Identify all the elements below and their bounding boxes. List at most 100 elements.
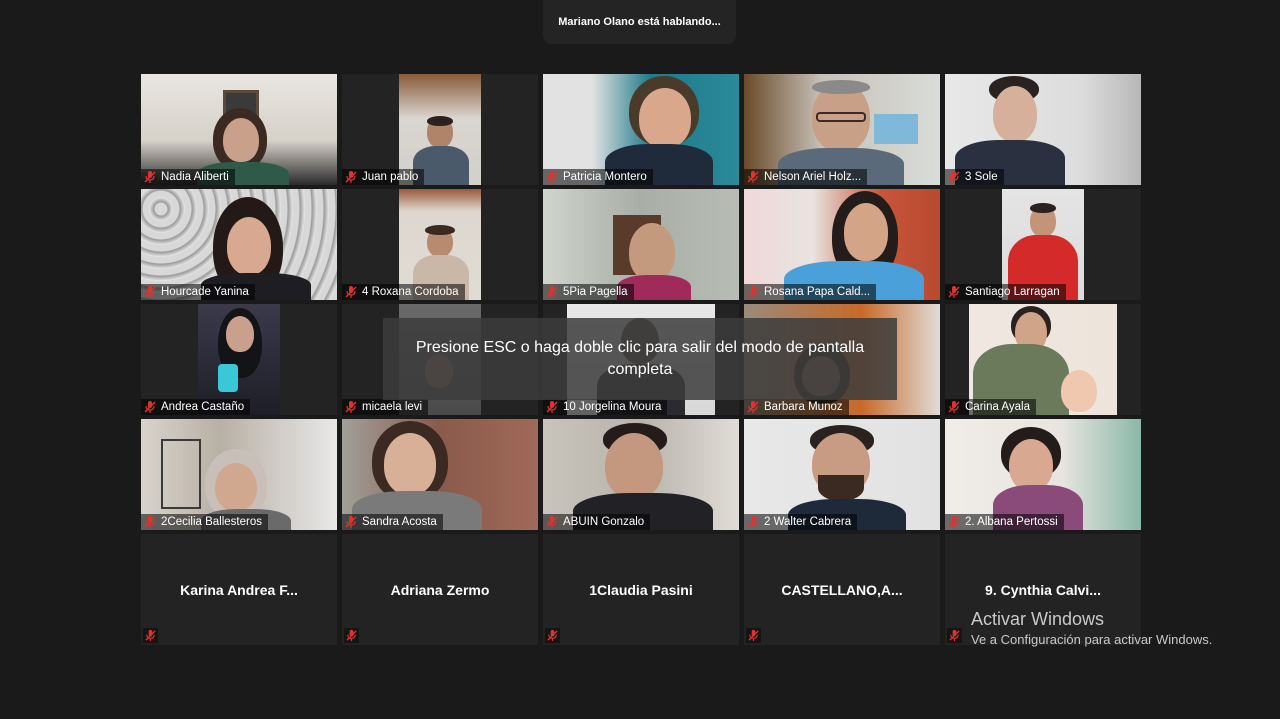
participant-tile[interactable]: Nelson Ariel Holz...: [744, 74, 940, 185]
participant-name: Rosana Papa Cald...: [764, 286, 871, 298]
participant-name: Sandra Acosta: [362, 516, 437, 528]
mic-muted-icon: [747, 171, 759, 183]
mic-muted-icon: [346, 629, 357, 642]
participant-name: CASTELLANO,A...: [781, 581, 903, 598]
mic-muted-icon: [546, 401, 558, 413]
participant-name-tag: 10 Jorgelina Moura: [543, 399, 668, 415]
windows-activation-watermark: Activar Windows Ve a Configuración para …: [971, 609, 1212, 647]
mic-muted-icon: [345, 171, 357, 183]
participant-name: Andrea Castaño: [161, 401, 245, 413]
mic-muted-icon: [948, 286, 960, 298]
mic-muted-icon: [546, 171, 558, 183]
activation-subtitle: Ve a Configuración para activar Windows.: [971, 632, 1213, 647]
participant-name-tag: Carina Ayala: [945, 399, 1036, 415]
participant-name: Karina Andrea F...: [180, 581, 298, 598]
participant-tile[interactable]: Rosana Papa Cald...: [744, 189, 940, 300]
mic-status: [947, 628, 962, 643]
participant-name: Adriana Zermo: [390, 581, 490, 598]
participant-name: 1Claudia Pasini: [589, 581, 693, 598]
participant-tile[interactable]: Juan pablo: [342, 74, 538, 185]
mic-muted-icon: [144, 286, 156, 298]
mic-muted-icon: [546, 286, 558, 298]
participant-name-tag: Rosana Papa Cald...: [744, 284, 877, 300]
participant-name: ABUIN Gonzalo: [563, 516, 645, 528]
participant-tile[interactable]: 2Cecilia Ballesteros: [141, 419, 337, 530]
participant-tile[interactable]: Karina Andrea F...: [141, 534, 337, 645]
participant-name-tag: 3 Sole: [945, 169, 1004, 185]
mic-muted-icon: [546, 516, 558, 528]
participant-name-tag: ABUIN Gonzalo: [543, 514, 651, 530]
mic-muted-icon: [144, 401, 156, 413]
participant-tile[interactable]: Nadia Aliberti: [141, 74, 337, 185]
participant-tile[interactable]: 5Pia Pagella: [543, 189, 739, 300]
participant-name: 2 Walter Cabrera: [764, 516, 852, 528]
participant-name: 2. Albana Pertossi: [965, 516, 1058, 528]
participant-tile[interactable]: Patricia Montero: [543, 74, 739, 185]
participant-name: 3 Sole: [965, 171, 998, 183]
participant-name: 4 Roxana Cordoba: [362, 286, 459, 298]
participant-tile[interactable]: 3 Sole: [945, 74, 1141, 185]
participant-name-tag: Sandra Acosta: [342, 514, 443, 530]
participant-tile[interactable]: Andrea Castaño: [141, 304, 337, 415]
active-speaker-banner: Mariano Olano está hablando...: [543, 0, 736, 44]
mic-muted-icon: [747, 286, 759, 298]
mic-muted-icon: [948, 516, 960, 528]
participant-name: Barbara Munoz: [764, 401, 843, 413]
participant-tile[interactable]: 2. Albana Pertossi: [945, 419, 1141, 530]
participant-tile[interactable]: 1Claudia Pasini: [543, 534, 739, 645]
mic-status: [746, 628, 761, 643]
mic-muted-icon: [747, 516, 759, 528]
participant-name-tag: Nelson Ariel Holz...: [744, 169, 868, 185]
participant-tile[interactable]: Santiago Larragan: [945, 189, 1141, 300]
participant-tile[interactable]: 4 Roxana Cordoba: [342, 189, 538, 300]
mic-status: [545, 628, 560, 643]
participant-tile[interactable]: 2 Walter Cabrera: [744, 419, 940, 530]
mic-muted-icon: [747, 401, 759, 413]
participant-name: Juan pablo: [362, 171, 419, 183]
mic-muted-icon: [144, 171, 156, 183]
mic-muted-icon: [145, 629, 156, 642]
participant-name: 10 Jorgelina Moura: [563, 401, 662, 413]
fullscreen-exit-text: Presione ESC o haga doble clic para sali…: [415, 339, 865, 378]
participant-tile[interactable]: Sandra Acosta: [342, 419, 538, 530]
participant-name: 5Pia Pagella: [563, 286, 628, 298]
mic-muted-icon: [949, 629, 960, 642]
mic-status: [344, 628, 359, 643]
participant-name-tag: Andrea Castaño: [141, 399, 251, 415]
mic-muted-icon: [345, 401, 357, 413]
participant-name-tag: Hourcade Yanina: [141, 284, 255, 300]
participant-tile[interactable]: Carina Ayala: [945, 304, 1141, 415]
participant-name: 2Cecilia Ballesteros: [161, 516, 262, 528]
participant-tile[interactable]: CASTELLANO,A...: [744, 534, 940, 645]
mic-muted-icon: [345, 286, 357, 298]
participant-name-tag: Santiago Larragan: [945, 284, 1066, 300]
participant-name-tag: 2 Walter Cabrera: [744, 514, 858, 530]
participant-name: Nelson Ariel Holz...: [764, 171, 862, 183]
participant-name: Carina Ayala: [965, 401, 1030, 413]
participant-name: Hourcade Yanina: [161, 286, 249, 298]
participant-name-tag: Barbara Munoz: [744, 399, 849, 415]
participant-name-tag: 2Cecilia Ballesteros: [141, 514, 268, 530]
activation-title: Activar Windows: [971, 609, 1105, 629]
participant-name: micaela levi: [362, 401, 423, 413]
participant-name-tag: 2. Albana Pertossi: [945, 514, 1064, 530]
participant-name-tag: micaela levi: [342, 399, 429, 415]
participant-name-tag: 5Pia Pagella: [543, 284, 634, 300]
mic-muted-icon: [144, 516, 156, 528]
mic-muted-icon: [948, 401, 960, 413]
participant-tile[interactable]: Hourcade Yanina: [141, 189, 337, 300]
participant-tile[interactable]: ABUIN Gonzalo: [543, 419, 739, 530]
mic-status: [143, 628, 158, 643]
participant-name-tag: Nadia Aliberti: [141, 169, 235, 185]
participant-name-tag: Juan pablo: [342, 169, 425, 185]
mic-muted-icon: [547, 629, 558, 642]
mic-muted-icon: [748, 629, 759, 642]
participant-name-tag: 4 Roxana Cordoba: [342, 284, 465, 300]
mic-muted-icon: [345, 516, 357, 528]
participant-name: Santiago Larragan: [965, 286, 1060, 298]
active-speaker-text: Mariano Olano está hablando...: [558, 16, 721, 28]
participant-name-tag: Patricia Montero: [543, 169, 653, 185]
participant-name: Nadia Aliberti: [161, 171, 229, 183]
participant-name: Patricia Montero: [563, 171, 647, 183]
participant-tile[interactable]: Adriana Zermo: [342, 534, 538, 645]
